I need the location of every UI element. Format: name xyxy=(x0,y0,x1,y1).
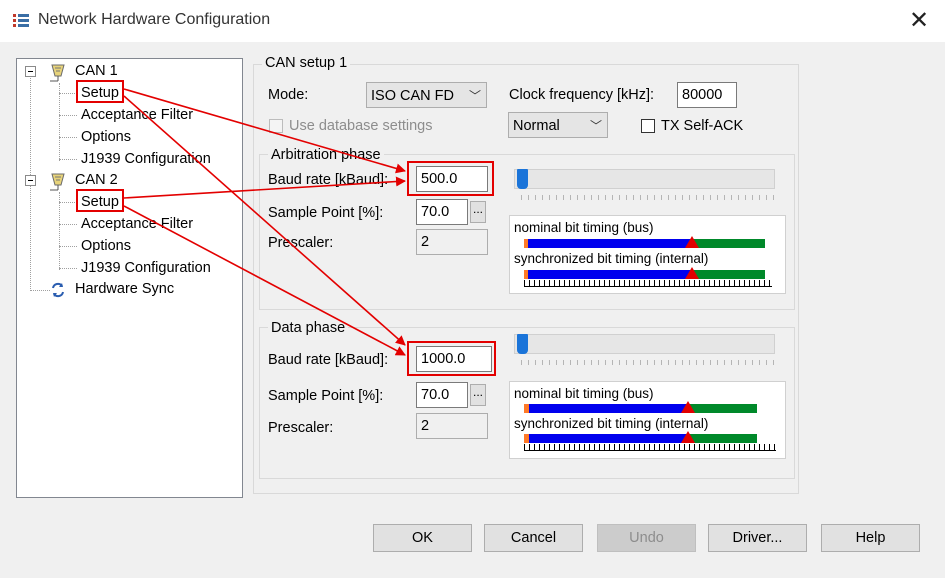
driver-button[interactable]: Driver... xyxy=(708,524,807,552)
time-segment-2 xyxy=(689,404,757,413)
network-config-app-icon xyxy=(12,12,30,30)
data-sample-label: Sample Point [%]: xyxy=(268,388,384,404)
can-setup-group-title: CAN setup 1 xyxy=(262,55,351,71)
can-channel-icon xyxy=(48,171,70,195)
time-segment-1 xyxy=(528,239,693,248)
mode-value: ISO CAN FD xyxy=(371,88,454,104)
data-slider-thumb[interactable] xyxy=(517,334,528,354)
clock-frequency-field[interactable]: 80000 xyxy=(677,82,737,108)
operation-mode-select[interactable]: Normal ﹀ xyxy=(508,112,608,138)
tx-self-ack-label: TX Self-ACK xyxy=(661,118,744,134)
data-baud-slider[interactable] xyxy=(514,334,775,354)
tx-self-ack-checkbox[interactable] xyxy=(641,119,655,133)
mode-label: Mode: xyxy=(268,87,309,103)
arbitration-baud-label: Baud rate [kBaud]: xyxy=(268,172,389,188)
arbitration-baud-field[interactable]: 500.0 xyxy=(416,166,488,192)
collapse-can1-icon[interactable] xyxy=(25,66,36,77)
sync-icon xyxy=(50,282,66,302)
tree-item-can1-options[interactable]: Options xyxy=(81,128,131,146)
arbitration-phase-title: Arbitration phase xyxy=(268,147,384,163)
tree-item-can2[interactable]: CAN 2 xyxy=(75,171,118,189)
tree-line xyxy=(59,159,77,160)
data-nominal-label: nominal bit timing (bus) xyxy=(514,386,654,401)
time-segment-1 xyxy=(529,404,689,413)
tree-line xyxy=(59,224,77,225)
tree-line xyxy=(59,202,77,203)
data-prescaler-field: 2 xyxy=(416,413,488,439)
tree-line xyxy=(59,115,77,116)
tree-line xyxy=(30,290,50,291)
tree-item-can2-setup[interactable]: Setup xyxy=(81,193,119,211)
data-sample-field[interactable]: 70.0 xyxy=(416,382,468,408)
arbitration-baud-slider[interactable] xyxy=(514,169,775,189)
channel-tree[interactable]: CAN 1 Setup Acceptance Filter Options J1… xyxy=(16,58,243,498)
data-phase-title: Data phase xyxy=(268,320,349,336)
time-segment-2 xyxy=(693,270,765,279)
data-baud-label: Baud rate [kBaud]: xyxy=(268,352,389,368)
tree-line xyxy=(59,246,77,247)
time-segment-2 xyxy=(689,434,757,443)
tree-item-can1-j1939[interactable]: J1939 Configuration xyxy=(81,150,211,168)
time-segment-2 xyxy=(693,239,765,248)
data-bit-timing-panel: nominal bit timing (bus) synchronized bi… xyxy=(509,381,786,459)
time-segment-1 xyxy=(528,270,693,279)
use-database-label: Use database settings xyxy=(289,118,433,134)
chevron-down-icon: ﹀ xyxy=(468,89,481,103)
data-sample-browse-button[interactable]: ... xyxy=(470,384,486,406)
data-prescaler-label: Prescaler: xyxy=(268,420,334,436)
time-quanta-ruler xyxy=(524,444,776,451)
arbitration-prescaler-field: 2 xyxy=(416,229,488,255)
clock-frequency-label: Clock frequency [kHz]: xyxy=(509,87,655,103)
sample-point-marker xyxy=(685,236,699,248)
chevron-down-icon: ﹀ xyxy=(589,119,602,133)
ok-button[interactable]: OK xyxy=(373,524,472,552)
can-channel-icon xyxy=(48,62,70,86)
tree-item-can1-setup[interactable]: Setup xyxy=(81,84,119,102)
arbitration-bit-timing-panel: nominal bit timing (bus) synchronized bi… xyxy=(509,215,786,294)
tree-line xyxy=(59,192,60,270)
tree-item-can2-options[interactable]: Options xyxy=(81,237,131,255)
undo-button[interactable]: Undo xyxy=(597,524,696,552)
mode-select[interactable]: ISO CAN FD ﹀ xyxy=(366,82,487,108)
data-slider-ticks xyxy=(521,360,775,365)
time-quanta-ruler xyxy=(524,280,772,287)
tree-line xyxy=(59,137,77,138)
tree-line xyxy=(59,268,77,269)
tree-item-can1[interactable]: CAN 1 xyxy=(75,62,118,80)
arbitration-slider-thumb[interactable] xyxy=(517,169,528,189)
arbitration-sample-browse-button[interactable]: ... xyxy=(470,201,486,223)
arbitration-sync-label: synchronized bit timing (internal) xyxy=(514,251,709,266)
operation-mode-value: Normal xyxy=(513,118,560,134)
close-icon[interactable]: ✕ xyxy=(905,8,933,34)
help-button[interactable]: Help xyxy=(821,524,920,552)
arbitration-sample-field[interactable]: 70.0 xyxy=(416,199,468,225)
data-sync-label: synchronized bit timing (internal) xyxy=(514,416,709,431)
data-baud-field[interactable]: 1000.0 xyxy=(416,346,492,372)
tree-item-can2-acceptance-filter[interactable]: Acceptance Filter xyxy=(81,215,193,233)
tree-item-can1-acceptance-filter[interactable]: Acceptance Filter xyxy=(81,106,193,124)
arbitration-prescaler-label: Prescaler: xyxy=(268,235,334,251)
sample-point-marker xyxy=(681,401,695,413)
sample-point-marker xyxy=(681,431,695,443)
arbitration-slider-ticks xyxy=(521,195,775,200)
cancel-button[interactable]: Cancel xyxy=(484,524,583,552)
tree-line xyxy=(59,83,60,161)
time-segment-1 xyxy=(529,434,689,443)
sample-point-marker xyxy=(685,267,699,279)
arbitration-nominal-label: nominal bit timing (bus) xyxy=(514,220,654,235)
collapse-can2-icon[interactable] xyxy=(25,175,36,186)
tree-line xyxy=(59,93,77,94)
tree-item-hardware-sync[interactable]: Hardware Sync xyxy=(75,280,174,298)
use-database-checkbox[interactable] xyxy=(269,119,283,133)
window-title: Network Hardware Configuration xyxy=(38,11,271,28)
arbitration-sample-label: Sample Point [%]: xyxy=(268,205,384,221)
tree-item-can2-j1939[interactable]: J1939 Configuration xyxy=(81,259,211,277)
